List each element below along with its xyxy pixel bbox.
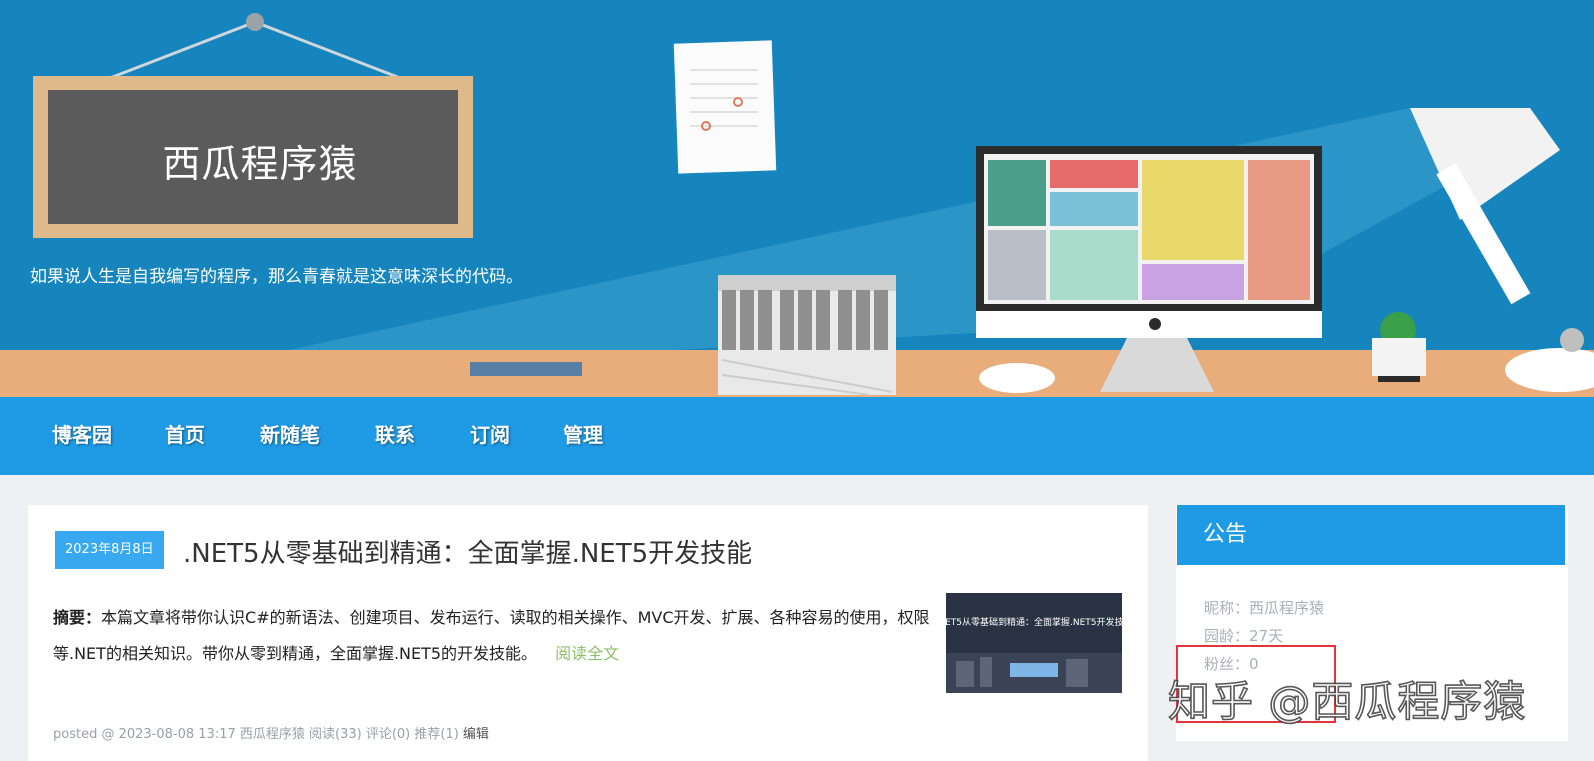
post-title-link[interactable]: .NET5从零基础到精通：全面掌握.NET5开发技能: [183, 533, 752, 570]
desk-lamp-icon: [1410, 108, 1594, 392]
mouse-pad-icon: [979, 363, 1055, 393]
blog-slogan: 如果说人生是自我编写的程序，那么青春就是这意味深长的代码。: [30, 267, 523, 287]
nav-item-subscribe[interactable]: 订阅: [470, 419, 510, 448]
board-string-left: [109, 20, 256, 80]
main-nav: 博客园 首页 新随笔 联系 订阅 管理: [0, 397, 1594, 475]
header-banner: 西瓜程序猿 如果说人生是自我编写的程序，那么青春就是这意味深长的代码。: [0, 0, 1594, 397]
thumbnail-caption: .NET5从零基础到精通：全面掌握.NET5开发技能: [946, 616, 1122, 628]
post-date-badge: 2023年8月8日: [55, 531, 164, 569]
read-more-link[interactable]: 阅读全文: [555, 644, 619, 663]
post-summary: 摘要：本篇文章将带你认识C#的新语法、创建项目、发布运行、读取的相关操作、MVC…: [53, 600, 953, 672]
nav-item-contact[interactable]: 联系: [375, 419, 415, 448]
nav-item-home[interactable]: 首页: [165, 419, 205, 448]
post-meta: posted @ 2023-08-08 13:17 西瓜程序猿 阅读(33) 评…: [53, 723, 489, 742]
nav-item-admin[interactable]: 管理: [563, 419, 603, 448]
summary-label: 摘要：: [53, 608, 102, 627]
paper-note: [673, 40, 777, 174]
post-meta-text: posted @ 2023-08-08 13:17 西瓜程序猿 阅读(33) 评…: [53, 727, 459, 742]
books-icon: [718, 275, 896, 396]
edit-link[interactable]: 编辑: [463, 727, 489, 742]
nail-icon: [246, 13, 264, 31]
zhihu-watermark: 知乎 @西瓜程序猿: [1167, 676, 1527, 727]
blog-title: 西瓜程序猿: [162, 141, 358, 186]
nav-item-new-post[interactable]: 新随笔: [260, 419, 320, 448]
profile-nickname: 昵称：西瓜程序猿: [1204, 599, 1325, 617]
plant-icon: [1372, 312, 1426, 382]
board-string-right: [254, 20, 401, 80]
profile-age: 园龄：27天: [1204, 627, 1284, 645]
nav-item-cnblogs[interactable]: 博客园: [52, 419, 112, 448]
announcement-header: 公告: [1177, 505, 1565, 565]
post-card: 2023年8月8日 .NET5从零基础到精通：全面掌握.NET5开发技能 摘要：…: [28, 505, 1148, 761]
keyboard-icon: [470, 362, 582, 376]
summary-text: 本篇文章将带你认识C#的新语法、创建项目、发布运行、读取的相关操作、MVC开发、…: [53, 608, 930, 663]
post-thumbnail[interactable]: .NET5从零基础到精通：全面掌握.NET5开发技能: [946, 593, 1122, 693]
